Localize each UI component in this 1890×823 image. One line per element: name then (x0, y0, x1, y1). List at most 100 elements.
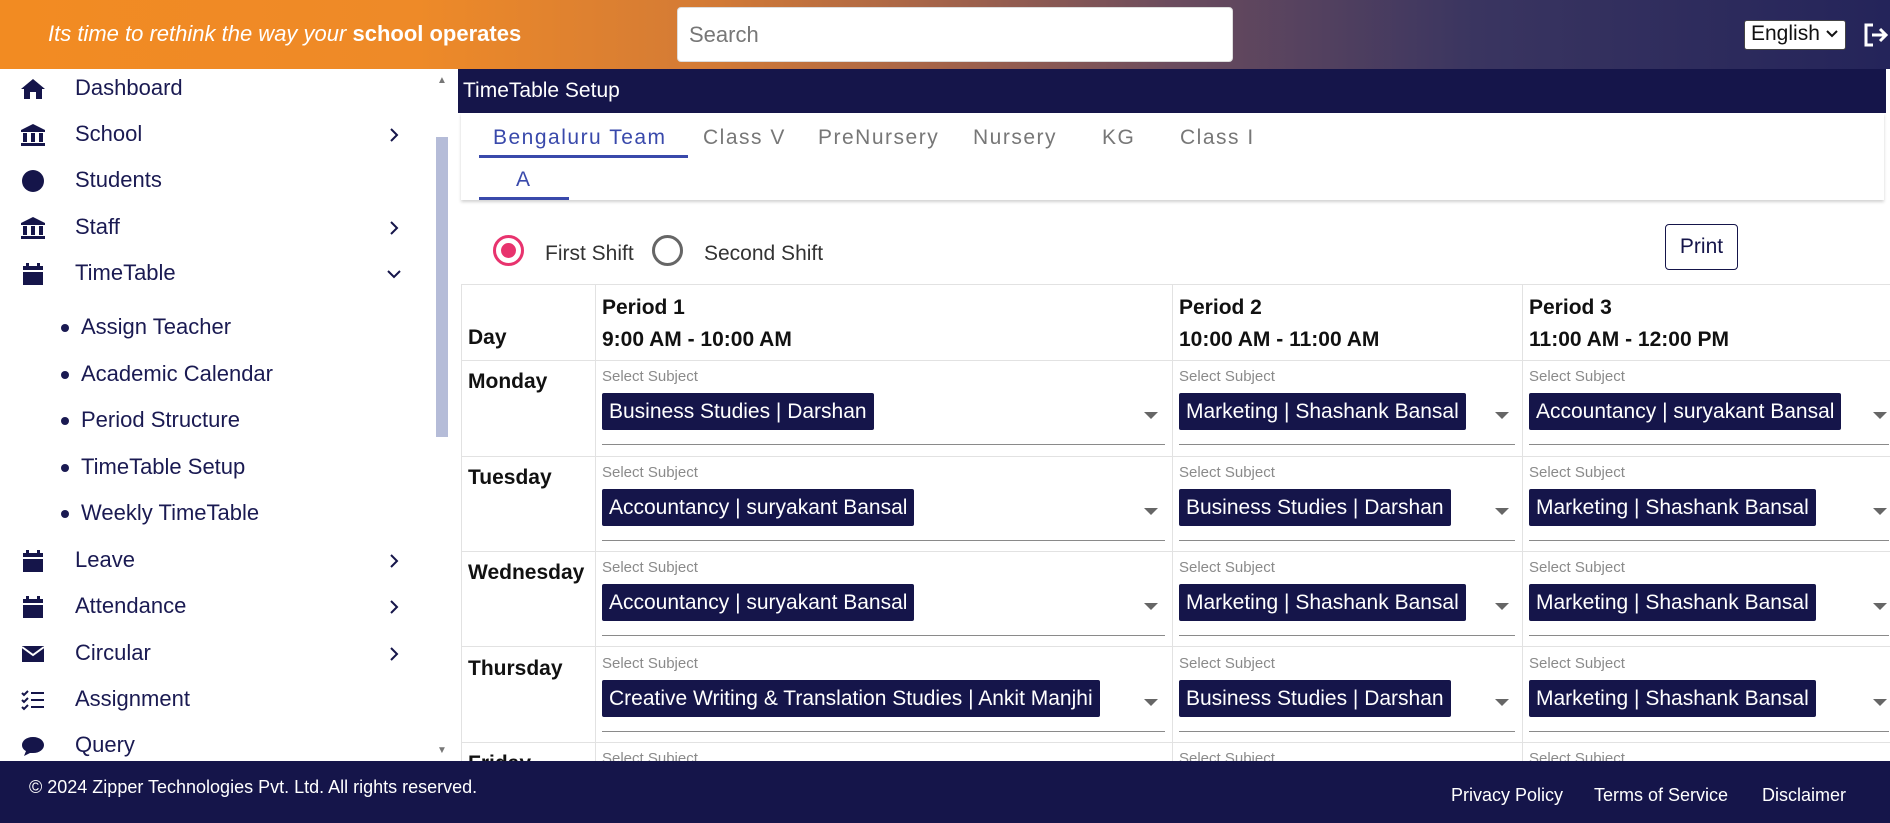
tab-class-i[interactable]: Class I (1180, 126, 1255, 150)
dropdown-caret-icon[interactable] (1144, 412, 1158, 419)
select-underline (1529, 635, 1889, 636)
grid-line (461, 284, 462, 761)
tab-nursery[interactable]: Nursery (973, 126, 1057, 150)
search-box[interactable] (677, 7, 1233, 62)
subject-teacher-chip[interactable]: Creative Writing & Translation Studies |… (602, 680, 1100, 717)
subject-teacher-chip[interactable]: Marketing | Shashank Bansal (1529, 680, 1816, 717)
print-button[interactable]: Print (1665, 224, 1738, 270)
tab-bengaluru-team[interactable]: Bengaluru Team (493, 126, 667, 150)
bullet-icon (61, 324, 69, 332)
timetable-grid: Day Period 1 9:00 AM - 10:00 AM Period 2… (461, 284, 1890, 761)
sidebar-subitem-weekly-timetable[interactable]: Weekly TimeTable (0, 495, 430, 531)
grid-line (461, 360, 1890, 361)
second-shift-label[interactable]: Second Shift (704, 242, 823, 266)
copyright-text: © 2024 Zipper Technologies Pvt. Ltd. All… (29, 777, 478, 797)
sidebar-subitem-label: Assign Teacher (81, 314, 232, 339)
period-1-header: Period 1 9:00 AM - 10:00 AM (602, 292, 792, 356)
subject-teacher-chip[interactable]: Marketing | Shashank Bansal (1529, 584, 1816, 621)
sidebar-item-label: Leave (75, 547, 135, 572)
footer: © 2024 Zipper Technologies Pvt. Ltd. All… (0, 761, 1890, 823)
sidebar-item-attendance[interactable]: Attendance (0, 587, 430, 627)
sidebar-item-label: Staff (75, 214, 120, 239)
sidebar-scrollbar-thumb[interactable] (436, 137, 448, 437)
sidebar-subitem-assign-teacher[interactable]: Assign Teacher (0, 309, 430, 345)
select-subject-hint: Select Subject (1529, 559, 1625, 576)
dropdown-caret-icon[interactable] (1495, 699, 1509, 706)
sidebar-subitem-timetable-setup[interactable]: TimeTable Setup (0, 449, 430, 485)
privacy-policy-link[interactable]: Privacy Policy (1451, 785, 1563, 806)
scroll-up-arrow-icon[interactable]: ▲ (437, 75, 447, 86)
select-subject-hint: Select Subject (1179, 368, 1275, 385)
dropdown-caret-icon[interactable] (1495, 508, 1509, 515)
bullet-icon (61, 417, 69, 425)
second-shift-radio[interactable] (652, 235, 683, 266)
chevron-right-icon (390, 128, 399, 142)
sidebar-item-assignment[interactable]: Assignment (0, 680, 430, 720)
dropdown-caret-icon[interactable] (1144, 603, 1158, 610)
sidebar-item-leave[interactable]: Leave (0, 541, 430, 581)
subject-teacher-chip[interactable]: Accountancy | suryakant Bansal (1529, 393, 1842, 430)
subject-teacher-chip[interactable]: Accountancy | suryakant Bansal (602, 584, 915, 621)
tab-kg[interactable]: KG (1102, 126, 1135, 150)
dropdown-caret-icon[interactable] (1873, 412, 1887, 419)
subject-teacher-chip[interactable]: Marketing | Shashank Bansal (1179, 393, 1466, 430)
subject-teacher-chip[interactable]: Business Studies | Darshan (602, 393, 874, 430)
language-select[interactable]: English (1744, 20, 1846, 50)
sidebar-subitem-label: Period Structure (81, 407, 240, 432)
grid-line (1172, 284, 1173, 761)
period-time: 9:00 AM - 10:00 AM (602, 328, 792, 351)
bank-icon (21, 124, 45, 146)
dropdown-caret-icon[interactable] (1144, 699, 1158, 706)
select-underline (1529, 540, 1889, 541)
dropdown-caret-icon[interactable] (1873, 699, 1887, 706)
subject-teacher-chip[interactable]: Marketing | Shashank Bansal (1179, 584, 1466, 621)
terms-of-service-link[interactable]: Terms of Service (1594, 785, 1728, 806)
envelope-icon (21, 646, 45, 662)
subject-teacher-chip[interactable]: Business Studies | Darshan (1179, 489, 1451, 526)
shift-selector: First Shift Second Shift (461, 225, 1361, 275)
select-underline (1529, 444, 1889, 445)
chevron-down-icon (1826, 30, 1838, 38)
sidebar-subitem-label: Weekly TimeTable (81, 500, 260, 525)
tab-class-v[interactable]: Class V (703, 126, 786, 150)
subject-teacher-chip[interactable]: Accountancy | suryakant Bansal (602, 489, 915, 526)
subject-teacher-chip[interactable]: Business Studies | Darshan (1179, 680, 1451, 717)
dropdown-caret-icon[interactable] (1873, 508, 1887, 515)
sidebar-item-students[interactable]: Students (0, 161, 430, 201)
tab-prenursery[interactable]: PreNursery (818, 126, 939, 150)
chevron-right-icon (390, 554, 399, 568)
select-underline (602, 731, 1165, 732)
search-input[interactable] (678, 8, 1232, 61)
bullet-icon (61, 371, 69, 379)
sidebar-subitem-label: TimeTable Setup (81, 454, 246, 479)
sidebar-item-dashboard[interactable]: Dashboard (0, 69, 430, 109)
sidebar-item-label: Dashboard (75, 75, 183, 100)
chevron-right-icon (390, 600, 399, 614)
sidebar-subitem-academic-calendar[interactable]: Academic Calendar (0, 356, 430, 392)
dropdown-caret-icon[interactable] (1873, 603, 1887, 610)
select-underline (1179, 444, 1515, 445)
dropdown-caret-icon[interactable] (1144, 508, 1158, 515)
sidebar-item-timetable[interactable]: TimeTable (0, 254, 430, 294)
sidebar-item-circular[interactable]: Circular (0, 634, 430, 674)
first-shift-label[interactable]: First Shift (545, 242, 634, 266)
sidebar-item-label: Students (75, 167, 162, 192)
select-subject-hint: Select Subject (602, 559, 698, 576)
day-label: Friday (468, 752, 531, 761)
dropdown-caret-icon[interactable] (1495, 412, 1509, 419)
sidebar-item-staff[interactable]: Staff (0, 208, 430, 248)
sidebar-item-school[interactable]: School (0, 115, 430, 155)
chat-icon (22, 737, 44, 756)
first-shift-radio[interactable] (493, 235, 524, 266)
day-column-header: Day (468, 326, 507, 349)
dropdown-caret-icon[interactable] (1495, 603, 1509, 610)
calendar-icon (23, 550, 43, 572)
scroll-down-arrow-icon[interactable]: ▼ (437, 745, 447, 756)
disclaimer-link[interactable]: Disclaimer (1762, 785, 1846, 806)
sidebar-item-label: TimeTable (75, 260, 176, 285)
subject-teacher-chip[interactable]: Marketing | Shashank Bansal (1529, 489, 1816, 526)
logout-icon[interactable] (1862, 22, 1890, 48)
subtab-section-a[interactable]: A (516, 168, 532, 192)
sidebar-subitem-period-structure[interactable]: Period Structure (0, 402, 430, 438)
sidebar-item-query[interactable]: Query (0, 726, 430, 761)
